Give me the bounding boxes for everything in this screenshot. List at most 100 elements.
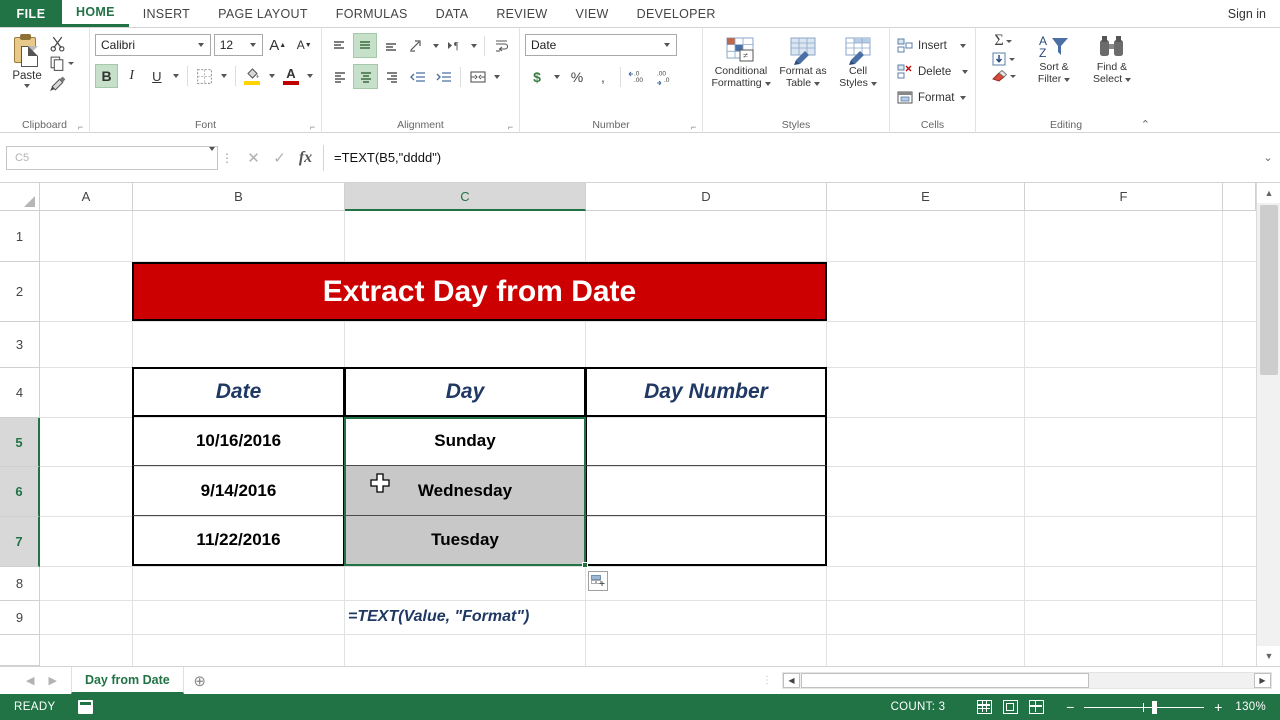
fill-button[interactable] [981,52,1025,67]
decrease-decimal-button[interactable]: .00.0 [654,65,680,89]
view-page-break-button[interactable] [1023,697,1049,717]
column-header-c[interactable]: C [345,183,586,211]
clear-button[interactable] [981,69,1025,83]
zoom-level[interactable]: 130% [1235,701,1280,713]
tab-home[interactable]: HOME [62,0,129,27]
text-direction-button[interactable]: ¶ [443,33,468,58]
copy-chevron-down-icon[interactable] [68,62,75,65]
font-size-input[interactable]: 12 [213,34,263,56]
scroll-down-button[interactable]: ▼ [1257,646,1280,666]
cut-button[interactable] [49,35,84,52]
fill-color-button[interactable] [241,64,264,88]
name-box[interactable]: C5 [6,145,218,170]
add-sheet-button[interactable]: ⊕ [184,672,216,690]
sort-filter-button[interactable]: A Z Sort & Filter [1025,32,1083,117]
row-header-7[interactable]: 7 [0,517,40,567]
fill-color-chevron-down-icon[interactable] [266,64,278,88]
number-format-select[interactable]: Date [525,34,677,56]
font-color-button[interactable]: A [279,64,302,88]
column-header-f[interactable]: F [1025,183,1223,211]
italic-button[interactable]: I [120,64,143,88]
font-name-input[interactable]: Calibri [95,34,211,56]
number-dialog-launcher-icon[interactable]: ⌐ [689,123,698,132]
insert-cells-button[interactable]: Insert [895,33,970,59]
wrap-text-button[interactable] [489,33,514,58]
format-as-table-button[interactable]: Format as Table [775,34,831,117]
sheet-next-button[interactable]: ▶ [48,674,56,687]
cell-d5-day-number[interactable] [585,417,827,466]
column-header-a[interactable]: A [40,183,133,211]
select-all-button[interactable] [0,183,40,211]
cell-c5-day[interactable]: Sunday [344,417,586,466]
orientation-button[interactable] [404,33,429,58]
cell-c9-formula-note[interactable]: =TEXT(Value, "Format") [344,600,586,634]
row-header-2[interactable]: 2 [0,262,40,322]
name-box-chevron-down-icon[interactable] [209,146,215,165]
borders-button[interactable] [193,64,216,88]
currency-chevron-down-icon[interactable] [551,65,563,89]
title-banner[interactable]: Extract Day from Date [132,262,827,321]
zoom-track[interactable] [1084,700,1205,714]
row-header-6[interactable]: 6 [0,467,40,517]
conditional-formatting-button[interactable]: ≠ Conditional Formatting [709,34,773,117]
text-direction-chevron-down-icon[interactable] [468,33,480,58]
expand-formula-bar-button[interactable]: ⌄ [1256,151,1280,164]
vertical-scrollbar[interactable]: ▲ ▼ [1256,183,1280,666]
zoom-in-button[interactable]: + [1213,699,1223,715]
view-page-layout-button[interactable] [997,697,1023,717]
cell-c6-day[interactable]: Wednesday [344,466,586,516]
vertical-scroll-thumb[interactable] [1260,205,1278,375]
table-header-date[interactable]: Date [132,367,345,417]
tab-review[interactable]: REVIEW [482,0,561,27]
row-header-1[interactable]: 1 [0,211,40,262]
horizontal-split-handle[interactable]: ⋮ [752,675,782,685]
font-size-chevron-down-icon[interactable] [246,43,260,47]
formula-input[interactable]: =TEXT(B5,"dddd") [323,144,1256,171]
zoom-slider[interactable]: − + [1049,699,1235,715]
orientation-chevron-down-icon[interactable] [430,33,442,58]
cell-styles-button[interactable]: Cell Styles [833,34,883,117]
bottom-align-button[interactable] [378,33,403,58]
tab-data[interactable]: DATA [422,0,483,27]
find-select-button[interactable]: Find & Select [1083,32,1141,117]
sheet-prev-button[interactable]: ◀ [26,674,34,687]
row-header-9[interactable]: 9 [0,601,40,635]
format-painter-button[interactable] [49,75,84,92]
record-macro-icon[interactable] [77,700,93,714]
row-header-4[interactable]: 4 [0,368,40,418]
column-header-b[interactable]: B [133,183,345,211]
cell-c7-day[interactable]: Tuesday [344,516,586,566]
underline-chevron-down-icon[interactable] [170,64,182,88]
cell-b5-date[interactable]: 10/16/2016 [132,417,345,466]
percent-style-button[interactable]: % [565,65,589,89]
row-header-10[interactable] [0,635,40,666]
fill-handle[interactable] [582,562,588,568]
comma-style-button[interactable]: , [591,65,615,89]
copy-button[interactable] [49,55,84,72]
sheet-tab-day-from-date[interactable]: Day from Date [70,667,184,694]
formula-bar-grip[interactable]: ⋮ [218,152,236,164]
zoom-thumb[interactable] [1152,700,1158,714]
align-center-button[interactable] [353,64,378,89]
table-header-day[interactable]: Day [344,367,586,417]
cancel-formula-icon[interactable]: ✕ [245,149,262,167]
tab-page-layout[interactable]: PAGE LAYOUT [204,0,322,27]
number-format-chevron-down-icon[interactable] [660,43,674,47]
alignment-dialog-launcher-icon[interactable]: ⌐ [506,123,515,132]
column-header-d[interactable]: D [586,183,827,211]
horizontal-scroll-thumb[interactable] [801,673,1089,688]
tab-developer[interactable]: DEVELOPER [623,0,730,27]
sign-in-button[interactable]: Sign in [1214,0,1280,27]
view-normal-button[interactable] [971,697,997,717]
increase-decimal-button[interactable]: .0.00 [626,65,652,89]
row-header-5[interactable]: 5 [0,418,40,467]
decrease-indent-button[interactable] [405,64,430,89]
bold-button[interactable]: B [95,64,119,88]
tab-insert[interactable]: INSERT [129,0,204,27]
cell-b6-date[interactable]: 9/14/2016 [132,466,345,516]
column-header-g[interactable] [1223,183,1256,211]
horizontal-scrollbar[interactable]: ◀ ▶ [782,672,1272,689]
scroll-right-button[interactable]: ▶ [1254,673,1271,688]
font-name-chevron-down-icon[interactable] [194,43,208,47]
increase-font-size-button[interactable]: A ▲ [266,33,290,57]
